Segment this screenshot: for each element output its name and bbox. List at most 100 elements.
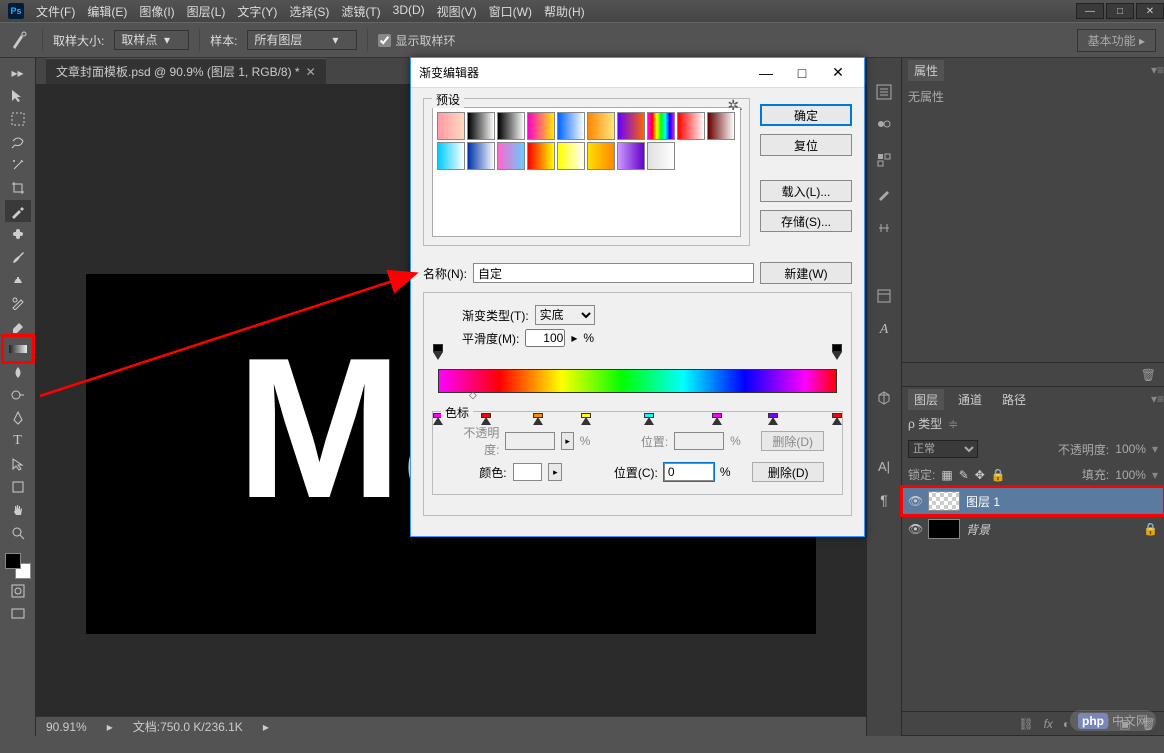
close-button[interactable]: ✕ [1136, 3, 1164, 19]
new-button[interactable]: 新建(W) [760, 262, 852, 284]
status-arrow-icon[interactable]: ▸ [107, 720, 113, 734]
menu-item[interactable]: 选择(S) [289, 3, 329, 20]
gradient-preset[interactable] [437, 142, 465, 170]
status-menu-icon[interactable]: ▸ [263, 720, 269, 734]
link-layers-icon[interactable]: ⛓ [1018, 717, 1033, 731]
menu-item[interactable]: 图像(I) [139, 3, 174, 20]
gradient-preset[interactable] [617, 112, 645, 140]
healing-brush-tool[interactable] [5, 223, 31, 245]
menu-item[interactable]: 编辑(E) [87, 3, 127, 20]
sample-select[interactable]: 所有图层 ▾ [247, 30, 357, 50]
workspace-button[interactable]: 基本功能 ▸ [1077, 29, 1156, 52]
lock-pixels-icon[interactable]: ✎ [959, 468, 969, 482]
paragraph-panel-icon[interactable]: ¶ [874, 490, 894, 510]
gradient-preset[interactable] [647, 112, 675, 140]
maximize-button[interactable]: □ [1106, 3, 1134, 19]
layer-row[interactable]: 👁 背景 🔒 [902, 515, 1164, 543]
gradient-name-input[interactable] [473, 263, 754, 283]
color-pos-input[interactable] [664, 463, 714, 481]
lock-transparency-icon[interactable]: ▦ [941, 468, 952, 482]
gradient-preset[interactable] [647, 142, 675, 170]
dialog-minimize-button[interactable]: — [748, 61, 784, 85]
gradient-preset[interactable] [557, 142, 585, 170]
brushes-panel-icon[interactable] [874, 184, 894, 204]
gradient-preset[interactable] [467, 112, 495, 140]
visibility-toggle-icon[interactable]: 👁 [908, 522, 922, 536]
layer-thumbnail[interactable] [928, 519, 960, 539]
gradient-preset[interactable] [497, 112, 525, 140]
ok-button[interactable]: 确定 [760, 104, 852, 126]
sample-size-select[interactable]: 取样点 ▾ [114, 30, 189, 50]
eyedropper-tool[interactable] [5, 200, 31, 222]
layer-name[interactable]: 图层 1 [966, 493, 1000, 510]
styles-panel-icon[interactable] [874, 286, 894, 306]
pen-tool[interactable] [5, 407, 31, 429]
panel-menu-icon[interactable]: ▾≡ [1151, 63, 1164, 77]
show-sampling-ring-checkbox[interactable]: 显示取样环 [378, 32, 455, 49]
active-tool-icon[interactable] [8, 28, 32, 52]
menu-item[interactable]: 滤镜(T) [341, 3, 380, 20]
delete-color-stop-button[interactable]: 删除(D) [752, 462, 824, 482]
opacity-stop[interactable] [433, 345, 443, 357]
gradient-preset[interactable] [587, 142, 615, 170]
character-A-icon[interactable]: A [874, 320, 894, 340]
gradient-tool[interactable] [5, 338, 31, 360]
swatches-panel-icon[interactable] [874, 150, 894, 170]
trash-icon[interactable]: 🗑 [1141, 368, 1156, 382]
menu-item[interactable]: 窗口(W) [489, 3, 532, 20]
lock-all-icon[interactable]: 🔒 [991, 468, 1006, 482]
lasso-tool[interactable] [5, 131, 31, 153]
smoothness-dropdown-icon[interactable]: ▸ [571, 331, 577, 345]
zoom-readout[interactable]: 90.91% [46, 720, 87, 734]
gradient-preset[interactable] [467, 142, 495, 170]
layer-thumbnail[interactable] [928, 491, 960, 511]
presets-gear-icon[interactable]: ✲. [727, 97, 743, 114]
color-panel-icon[interactable] [874, 116, 894, 136]
quick-mask-toggle[interactable] [5, 580, 31, 602]
menu-item[interactable]: 文字(Y) [237, 3, 277, 20]
eraser-tool[interactable] [5, 315, 31, 337]
menu-item[interactable]: 帮助(H) [544, 3, 585, 20]
dodge-tool[interactable] [5, 384, 31, 406]
layer-row[interactable]: 👁 图层 1 [902, 487, 1164, 515]
gradient-bar[interactable] [438, 369, 837, 393]
gradient-preset[interactable] [437, 112, 465, 140]
layer-kind-filter[interactable]: ρ 类型 [908, 415, 942, 432]
screen-mode-toggle[interactable] [5, 603, 31, 625]
visibility-toggle-icon[interactable]: 👁 [908, 494, 922, 508]
properties-tab[interactable]: 属性 [908, 60, 944, 81]
marquee-tool[interactable] [5, 108, 31, 130]
cancel-button[interactable]: 复位 [760, 134, 852, 156]
opacity-stop[interactable] [832, 345, 842, 357]
history-panel-icon[interactable] [874, 82, 894, 102]
smoothness-input[interactable] [525, 329, 565, 347]
color-stop-swatch[interactable] [513, 463, 543, 481]
color-dropdown-icon[interactable]: ▸ [548, 463, 562, 481]
save-button[interactable]: 存储(S)... [760, 210, 852, 232]
gradient-preset[interactable] [707, 112, 735, 140]
menu-item[interactable]: 3D(D) [393, 3, 425, 20]
layer-name[interactable]: 背景 [966, 521, 990, 538]
opacity-value[interactable]: 100% [1115, 442, 1146, 456]
document-tab[interactable]: 文章封面模板.psd @ 90.9% (图层 1, RGB/8) * ✕ [46, 58, 326, 84]
dialog-titlebar[interactable]: 渐变编辑器 — □ ✕ [411, 58, 864, 88]
layers-panel-tab[interactable]: 图层 [908, 389, 944, 410]
color-swatches[interactable] [5, 553, 31, 579]
collapse-toolbox-icon[interactable]: ▸▸ [5, 62, 31, 84]
blend-mode-select[interactable]: 正常 [908, 440, 978, 458]
zoom-tool[interactable] [5, 522, 31, 544]
panel-menu-icon[interactable]: ▾≡ [1151, 392, 1164, 406]
move-tool[interactable] [5, 85, 31, 107]
brush-tool[interactable] [5, 246, 31, 268]
menu-item[interactable]: 文件(F) [36, 3, 75, 20]
gradient-preset[interactable] [677, 112, 705, 140]
menu-item[interactable]: 视图(V) [437, 3, 477, 20]
type-tool[interactable]: T [5, 430, 31, 452]
gradient-type-select[interactable]: 实底 [535, 305, 595, 325]
dialog-maximize-button[interactable]: □ [784, 61, 820, 85]
layers-panel-tab[interactable]: 通道 [952, 389, 988, 410]
hand-tool[interactable] [5, 499, 31, 521]
layers-panel-tab[interactable]: 路径 [996, 389, 1032, 410]
gradient-preset[interactable] [527, 142, 555, 170]
lock-position-icon[interactable]: ✥ [975, 468, 985, 482]
